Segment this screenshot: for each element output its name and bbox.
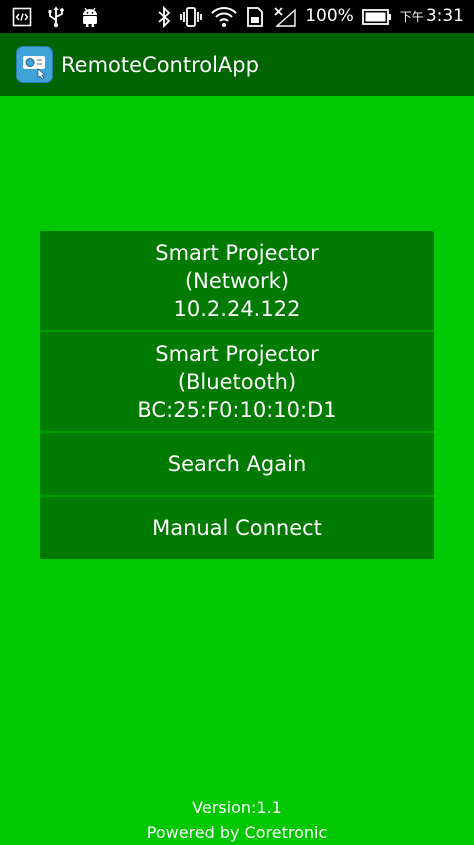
search-again-button[interactable]: Search Again (40, 433, 434, 495)
android-icon (80, 6, 100, 28)
device-type: (Network) (184, 268, 290, 293)
app-logo-icon (16, 46, 53, 83)
manual-connect-button[interactable]: Manual Connect (40, 497, 434, 559)
battery-percent: 100% (305, 6, 354, 26)
device-name: Smart Projector (155, 341, 319, 366)
developer-code-icon (12, 7, 32, 27)
footer: Version:1.1 Powered by Coretronic (0, 795, 474, 845)
device-address: BC:25:F0:10:10:D1 (137, 397, 337, 422)
bluetooth-icon (157, 5, 171, 28)
battery-icon (361, 8, 392, 26)
powered-by-text: Powered by Coretronic (146, 823, 328, 842)
status-bar-left (12, 6, 114, 28)
device-item-bluetooth[interactable]: Smart Projector (Bluetooth) BC:25:F0:10:… (40, 332, 434, 431)
usb-icon (46, 6, 66, 28)
no-signal-icon (273, 6, 297, 28)
device-item-network[interactable]: Smart Projector (Network) 10.2.24.122 (40, 231, 434, 330)
time-value: 3:31 (425, 6, 464, 26)
device-address: 10.2.24.122 (173, 296, 301, 321)
version-text: Version:1.1 (192, 798, 282, 817)
device-list: Smart Projector (Network) 10.2.24.122 Sm… (40, 231, 434, 559)
status-time: 下午 3:31 (400, 8, 464, 25)
device-type: (Bluetooth) (177, 369, 297, 394)
status-bar: 100% 下午 3:31 (0, 0, 474, 33)
device-name: Smart Projector (155, 240, 319, 265)
app-title: RemoteControlApp (61, 52, 259, 77)
time-prefix: 下午 (399, 9, 424, 24)
wifi-icon (211, 6, 237, 28)
status-bar-right: 100% 下午 3:31 (149, 5, 464, 28)
app-bar: RemoteControlApp (0, 33, 474, 96)
sim-icon (245, 6, 265, 28)
manual-connect-label: Manual Connect (152, 516, 322, 540)
vibrate-icon (179, 6, 203, 28)
search-again-label: Search Again (167, 452, 307, 476)
